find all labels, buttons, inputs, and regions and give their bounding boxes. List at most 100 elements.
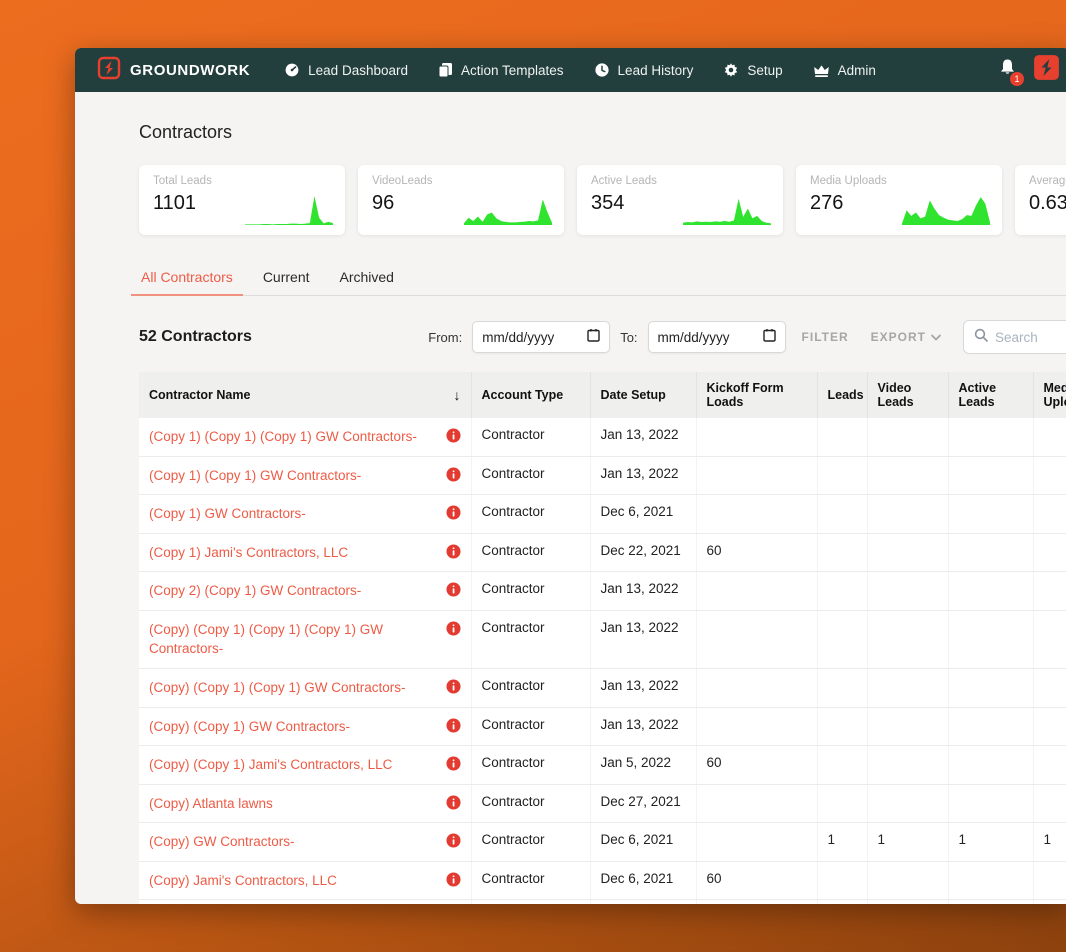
active-leads-cell — [948, 610, 1034, 669]
active-leads-cell — [948, 784, 1034, 824]
leads-cell — [817, 610, 868, 669]
contractor-name-cell: (Copy) GW Contractors- — [139, 822, 472, 862]
top-navbar: GROUNDWORK Lead Dashboard Action Templat… — [75, 48, 1066, 92]
search-input[interactable] — [995, 329, 1066, 345]
contractor-link[interactable]: (Copy) (Copy 1) Jami's Contractors, LLC — [149, 755, 392, 775]
contractor-link[interactable]: (Copy 1) Jami's Contractors, LLC — [149, 543, 348, 563]
col-date-setup[interactable]: Date Setup — [590, 372, 697, 418]
table-row: (Copy) Jami's Contractors, LLC Contracto… — [139, 861, 1066, 901]
active-leads-cell — [948, 668, 1034, 708]
video-leads-cell — [867, 861, 949, 901]
stat-card-average: Average D 0.63 — [1015, 165, 1066, 235]
contractor-link[interactable]: (Copy 1) (Copy 1) GW Contractors- — [149, 466, 361, 486]
video-leads-cell — [867, 571, 949, 611]
col-leads[interactable]: Leads — [817, 372, 868, 418]
sort-desc-icon[interactable]: ↓ — [454, 387, 461, 403]
col-video-leads[interactable]: Video Leads — [867, 372, 949, 418]
nav-item-admin[interactable]: Admin — [813, 63, 876, 78]
contractor-link[interactable]: (Copy) Atlanta lawns — [149, 794, 273, 814]
nav-item-action-templates[interactable]: Action Templates — [438, 62, 564, 78]
active-leads-cell — [948, 707, 1034, 747]
date-setup-cell: Jan 13, 2022 — [590, 418, 697, 457]
groundwork-logo-filled-icon[interactable] — [1033, 54, 1060, 86]
nav-item-lead-dashboard[interactable]: Lead Dashboard — [284, 62, 408, 78]
info-icon[interactable] — [445, 505, 461, 524]
account-type-cell: Contractor — [471, 861, 591, 901]
contractor-link[interactable]: (Copy) GW Contractors- — [149, 832, 295, 852]
col-contractor-name[interactable]: Contractor Name ↓ — [139, 372, 472, 418]
active-leads-cell — [948, 861, 1034, 901]
page-title: Contractors — [139, 122, 233, 142]
contractor-name-cell: (Copy) (Copy 1) GW Contractors- — [139, 707, 472, 747]
contractor-link[interactable]: (Copy) (Copy 1) GW Contractors- — [149, 717, 350, 737]
calendar-icon[interactable] — [587, 328, 600, 347]
video-leads-cell — [867, 533, 949, 573]
brand[interactable]: GROUNDWORK — [97, 56, 250, 85]
nav-item-lead-history[interactable]: Lead History — [594, 62, 693, 78]
tab-all-contractors[interactable]: All Contractors — [131, 263, 243, 296]
account-type-cell: Contractor — [471, 899, 591, 904]
info-icon[interactable] — [445, 795, 461, 814]
info-icon[interactable] — [445, 544, 461, 563]
info-icon[interactable] — [445, 621, 461, 659]
info-icon[interactable] — [445, 717, 461, 737]
date-from-input[interactable]: mm/dd/yyyy — [472, 321, 611, 353]
active-leads-cell: 1 — [948, 822, 1034, 862]
table-row: (Copy) (Copy 1) GW Contractors- Contract… — [139, 707, 1066, 747]
leads-cell — [817, 494, 868, 534]
info-icon[interactable] — [445, 833, 461, 852]
info-icon[interactable] — [445, 467, 461, 486]
contractor-name-cell: (Copy 1) (Copy 1) GW Contractors- — [139, 456, 472, 496]
table-row: (Copy) GW Contractors- Contractor Dec 6,… — [139, 822, 1066, 862]
active-leads-cell — [948, 571, 1034, 611]
table-header: Contractor Name ↓ Account Type Date Setu… — [139, 372, 1066, 418]
table-row: (Copy) (Copy 1) (Copy 1) GW Contractors-… — [139, 668, 1066, 708]
info-icon[interactable] — [445, 582, 461, 601]
tab-archived[interactable]: Archived — [338, 263, 396, 295]
contractor-name-cell: (Copy) Jami's Contractors, LLC — [139, 861, 472, 901]
to-label: To: — [620, 329, 638, 345]
col-media-uploads[interactable]: Media Uploads — [1033, 372, 1066, 418]
col-account-type[interactable]: Account Type — [471, 372, 591, 418]
kickoff-loads-cell — [696, 668, 818, 708]
nav-item-setup[interactable]: Setup — [723, 62, 783, 78]
kickoff-loads-cell — [696, 899, 818, 904]
sparkline-chart — [683, 198, 771, 225]
kickoff-loads-cell — [696, 418, 818, 457]
notification-badge: 1 — [1010, 71, 1024, 86]
table-row: (Copy) Testing 123456 test Contractor Ja… — [139, 899, 1066, 904]
leads-cell — [817, 418, 868, 457]
info-icon[interactable] — [445, 872, 461, 891]
video-leads-cell — [867, 418, 949, 457]
kickoff-loads-cell — [696, 707, 818, 747]
table-row: (Copy) (Copy 1) Jami's Contractors, LLC … — [139, 745, 1066, 785]
contractor-link[interactable]: (Copy) (Copy 1) (Copy 1) (Copy 1) GW Con… — [149, 620, 438, 659]
contractor-link[interactable]: (Copy 2) (Copy 1) GW Contractors- — [149, 581, 361, 601]
tab-current[interactable]: Current — [261, 263, 312, 295]
media-uploads-cell: 1 — [1033, 822, 1066, 862]
date-to-input[interactable]: mm/dd/yyyy — [647, 321, 786, 353]
contractor-name-cell: (Copy) (Copy 1) (Copy 1) GW Contractors- — [139, 668, 472, 708]
nav-right-cluster: 1 — [998, 54, 1060, 86]
contractor-link[interactable]: (Copy) Jami's Contractors, LLC — [149, 871, 337, 891]
filter-button[interactable]: FILTER — [796, 326, 855, 348]
account-type-cell: Contractor — [471, 571, 591, 611]
contractor-link[interactable]: (Copy 1) (Copy 1) (Copy 1) GW Contractor… — [149, 427, 417, 447]
video-leads-cell: 1 — [867, 822, 949, 862]
col-active-leads[interactable]: Active Leads — [948, 372, 1034, 418]
contractor-link[interactable]: (Copy) (Copy 1) (Copy 1) GW Contractors- — [149, 678, 406, 698]
video-leads-cell — [867, 456, 949, 496]
notifications-bell-icon[interactable]: 1 — [998, 58, 1024, 86]
media-uploads-cell — [1033, 571, 1066, 611]
info-icon[interactable] — [445, 679, 461, 698]
calendar-icon[interactable] — [762, 328, 776, 347]
export-button[interactable]: EXPORT — [865, 326, 947, 348]
col-kickoff-form-loads[interactable]: Kickoff Form Loads — [696, 372, 818, 418]
account-type-cell: Contractor — [471, 610, 591, 669]
contractor-link[interactable]: (Copy 1) GW Contractors- — [149, 504, 306, 524]
info-icon[interactable] — [445, 756, 461, 775]
active-leads-cell — [948, 533, 1034, 573]
info-icon[interactable] — [445, 428, 461, 447]
stat-cards: Total Leads 1101 VideoLeads 96 Active Le… — [139, 165, 1066, 235]
video-leads-cell — [867, 610, 949, 669]
